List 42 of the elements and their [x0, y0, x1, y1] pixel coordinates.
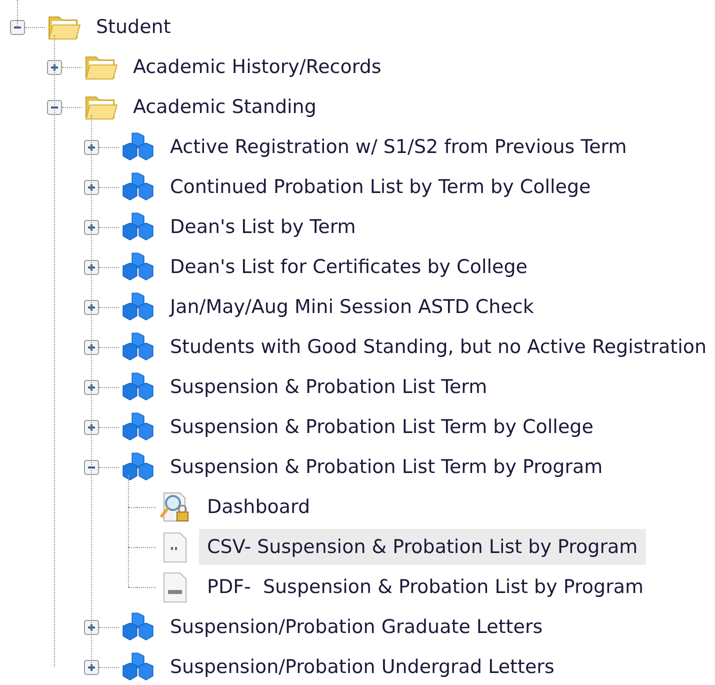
cubes-icon — [121, 451, 155, 483]
cubes-icon — [121, 371, 155, 403]
tree-item[interactable]: Jan/May/Aug Mini Session ASTD Check — [162, 288, 542, 326]
expand-toggle[interactable] — [47, 60, 62, 74]
tree-item[interactable]: Suspension/Probation Graduate Letters — [162, 608, 551, 646]
cubes-icon — [121, 611, 155, 643]
tree-item[interactable]: Continued Probation List by Term by College — [162, 168, 599, 206]
expand-toggle[interactable] — [10, 20, 25, 34]
tree-item[interactable]: Dean's List by Term — [162, 208, 364, 246]
expand-toggle[interactable] — [84, 300, 99, 314]
tree-item[interactable]: Suspension & Probation List Term by College — [162, 408, 602, 446]
cubes-icon — [121, 171, 155, 203]
expand-toggle[interactable] — [84, 660, 99, 674]
cubes-icon — [121, 331, 155, 363]
expand-toggle[interactable] — [84, 420, 99, 434]
cubes-icon — [121, 411, 155, 443]
tree-item[interactable]: CSV- Suspension & Probation List by Program — [199, 528, 646, 566]
tree-item[interactable]: Academic Standing — [125, 88, 324, 126]
expand-toggle[interactable] — [84, 180, 99, 194]
tree-item[interactable]: Suspension/Probation Undergrad Letters — [162, 648, 562, 685]
expand-toggle[interactable] — [47, 100, 62, 114]
expand-toggle[interactable] — [84, 140, 99, 154]
tree-item[interactable]: Students with Good Standing, but no Active Registration — [162, 328, 715, 366]
expand-toggle[interactable] — [84, 340, 99, 354]
tree-item[interactable]: Suspension & Probation List Term by Program — [162, 448, 611, 486]
tree-item[interactable]: Academic History/Records — [125, 48, 390, 86]
cubes-icon — [121, 291, 155, 323]
tree-item[interactable]: PDF- Suspension & Probation List by Program — [199, 568, 652, 606]
expand-toggle[interactable] — [84, 460, 99, 474]
expand-toggle[interactable] — [84, 220, 99, 234]
expand-toggle[interactable] — [84, 380, 99, 394]
tree-item[interactable]: Dean's List for Certificates by College — [162, 248, 536, 286]
tree-item[interactable]: Student — [88, 8, 179, 46]
cubes-icon — [121, 251, 155, 283]
tree-item[interactable]: Active Registration w/ S1/S2 from Previous Term — [162, 128, 635, 166]
cubes-icon — [121, 131, 155, 163]
cubes-icon — [121, 651, 155, 683]
tree-item[interactable]: Suspension & Probation List Term — [162, 368, 496, 406]
expand-toggle[interactable] — [84, 620, 99, 634]
expand-toggle[interactable] — [84, 260, 99, 274]
cubes-icon — [121, 211, 155, 243]
tree-item[interactable]: Dashboard — [199, 488, 318, 526]
